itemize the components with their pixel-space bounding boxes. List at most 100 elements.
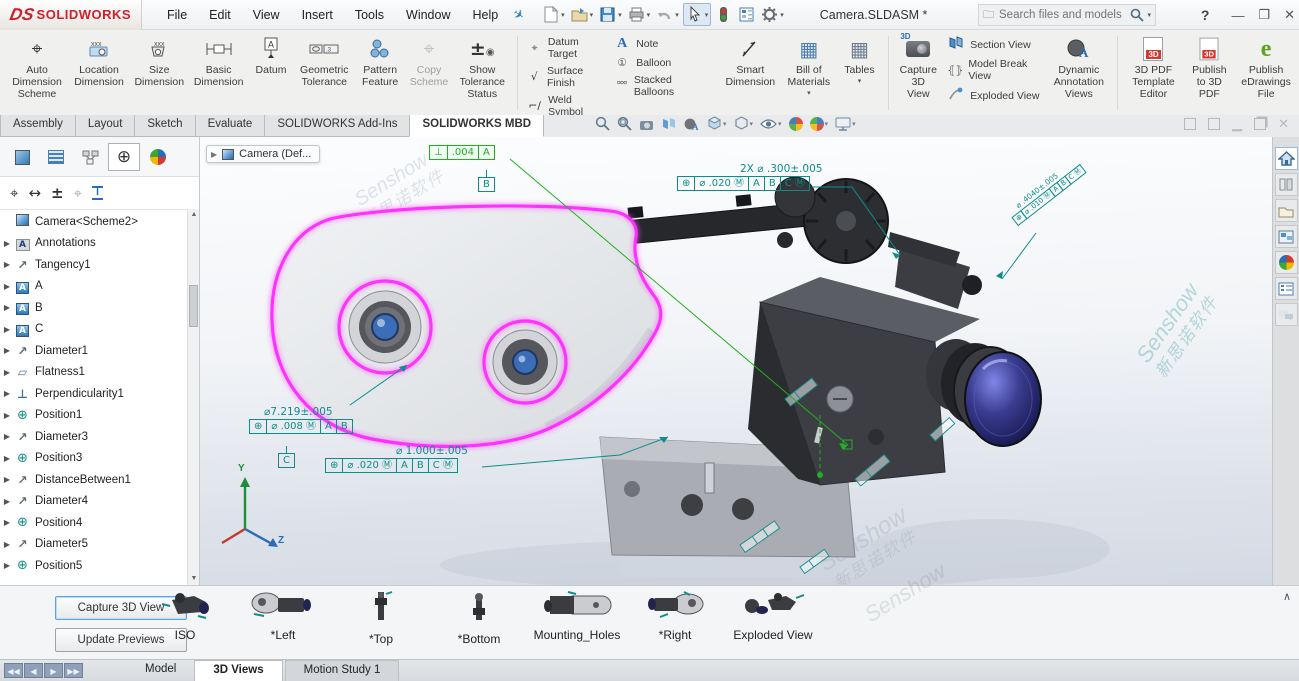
doc-pane-left-icon[interactable]	[1184, 118, 1196, 130]
print-button[interactable]: ▾	[626, 4, 653, 25]
nav-first-icon[interactable]: ◀◀	[4, 663, 23, 678]
doc-close-icon[interactable]: ✕	[1278, 118, 1289, 130]
ribbon-tables[interactable]: ▦Tables▾	[839, 34, 879, 85]
assembly-visualization-tab[interactable]	[6, 143, 38, 171]
rebuild-button[interactable]	[713, 4, 734, 25]
ribbon-stacked-balloons[interactable]: °°°Stacked Balloons	[613, 74, 704, 98]
resources-book-icon[interactable]	[1275, 173, 1298, 196]
section-view-icon[interactable]	[662, 117, 677, 131]
custom-properties-icon[interactable]	[1275, 277, 1298, 300]
menu-insert[interactable]: Insert	[291, 2, 344, 28]
tree-item-datum-c[interactable]: ▶AC	[0, 319, 187, 341]
menu-view[interactable]: View	[242, 2, 291, 28]
doc-minimize-icon[interactable]: ▁	[1232, 118, 1242, 130]
annotation-dia7219[interactable]: ⌀7.219±.005 ⊕ ⌀ .008 Ⓜ A B	[250, 406, 353, 434]
bottom-tab-motion-study[interactable]: Motion Study 1	[285, 660, 400, 681]
search-scope-icon[interactable]: 🗀	[983, 6, 994, 25]
tree-item-datum-a[interactable]: ▶AA	[0, 276, 187, 298]
auto-dimension-scheme-icon[interactable]: ⌖	[10, 184, 18, 202]
tree-item-position5[interactable]: ▶⊕Position5	[0, 555, 187, 577]
featuremanager-tree-tab[interactable]	[40, 143, 72, 171]
zoom-to-area-icon[interactable]	[617, 116, 632, 131]
ribbon-smart-dimension[interactable]: Smart Dimension	[722, 34, 778, 88]
zoom-to-fit-icon[interactable]	[595, 116, 610, 131]
tree-item-annotations[interactable]: ▶AAnnotations	[0, 233, 187, 255]
ribbon-3d-pdf-template-editor[interactable]: 3D PDF Template Editor	[1126, 34, 1180, 100]
nav-prev-icon[interactable]: ◀	[24, 663, 43, 678]
pin-menu-icon[interactable]: ✈	[510, 5, 528, 24]
tree-item-distancebetween1[interactable]: ▶↗DistanceBetween1	[0, 469, 187, 491]
tree-item-diameter5[interactable]: ▶↗Diameter5	[0, 534, 187, 556]
tree-item-position4[interactable]: ▶⊕Position4	[0, 512, 187, 534]
options-gear-button[interactable]: ▾	[759, 4, 786, 25]
collapse-panel-icon[interactable]: ∧	[1283, 590, 1291, 603]
bottom-tab-3d-views[interactable]: 3D Views	[194, 660, 282, 681]
view-thumbnail-right[interactable]: *Right	[620, 590, 730, 642]
view-settings-icon[interactable]: ▾	[835, 117, 856, 131]
tree-root[interactable]: Camera<Scheme2>	[0, 211, 187, 233]
tree-scrollbar-thumb[interactable]	[189, 285, 198, 327]
flyout-tree-arrow-icon[interactable]: ▶	[211, 150, 217, 159]
edit-appearance-icon[interactable]	[789, 117, 803, 131]
close-button[interactable]: ✕	[1284, 7, 1295, 23]
copy-scheme-icon[interactable]: ⌖	[74, 184, 82, 202]
tree-item-diameter1[interactable]: ▶↗Diameter1	[0, 340, 187, 362]
tree-scrollbar[interactable]: ▲ ▼	[187, 209, 199, 585]
tab-evaluate[interactable]: Evaluate	[195, 115, 266, 137]
dimxpert-manager-tab[interactable]: ⊕	[108, 143, 140, 171]
annotation-dia1000[interactable]: ⌀ 1.000±.005 ⊕ ⌀ .020 Ⓜ A B C Ⓜ	[326, 445, 468, 473]
tab-assembly[interactable]: Assembly	[0, 115, 76, 137]
view-thumbnail-bottom[interactable]: *Bottom	[424, 590, 534, 646]
tree-item-perpendicularity1[interactable]: ▶⊥Perpendicularity1	[0, 383, 187, 405]
tree-item-diameter4[interactable]: ▶↗Diameter4	[0, 491, 187, 513]
ribbon-dynamic-annotation-views[interactable]: ADynamic Annotation Views	[1048, 34, 1109, 100]
ribbon-section-view[interactable]: Section View	[947, 36, 1041, 53]
view-thumbnail-top[interactable]: *Top	[326, 590, 436, 646]
tree-item-tangency1[interactable]: ▶↗Tangency1	[0, 254, 187, 276]
dynamic-annotation-icon[interactable]: A	[684, 117, 700, 131]
menu-window[interactable]: Window	[395, 2, 461, 28]
tree-item-flatness1[interactable]: ▶▱Flatness1	[0, 362, 187, 384]
search-icon[interactable]	[1130, 8, 1144, 22]
tree-item-position3[interactable]: ▶⊕Position3	[0, 448, 187, 470]
restore-button[interactable]: ❒	[1258, 7, 1270, 23]
dimension-display-icon[interactable]: I	[92, 186, 103, 200]
tab-solidworks-addins[interactable]: SOLIDWORKS Add-Ins	[264, 115, 410, 137]
view-thumbnail-left[interactable]: *Left	[228, 590, 338, 642]
graphics-viewport[interactable]: Senshow新思诺软件 Senshow新思诺软件 Senshow新思诺软件 S…	[200, 137, 1272, 585]
search-dropdown-icon[interactable]: ▾	[1147, 11, 1151, 19]
annotation-hole-pattern[interactable]: 2X ⌀ .300±.005 ⊕ ⌀ .020 Ⓜ A B C Ⓜ	[678, 163, 822, 191]
annotation-datum-c[interactable]: C	[278, 453, 295, 468]
ribbon-balloon[interactable]: ①Balloon	[613, 57, 704, 69]
hide-show-items-icon[interactable]: ▾	[760, 118, 782, 130]
home-icon[interactable]	[1275, 147, 1298, 170]
open-button[interactable]: ▾	[569, 4, 596, 25]
ribbon-auto-dimension-scheme[interactable]: ⌖Auto Dimension Scheme	[9, 34, 65, 100]
ribbon-location-dimension[interactable]: xxxLocation Dimension	[71, 34, 127, 88]
bottom-tab-model[interactable]: Model	[127, 660, 194, 681]
ribbon-size-dimension[interactable]: xxxSize Dimension	[133, 34, 186, 88]
search-input[interactable]	[999, 9, 1130, 21]
ribbon-surface-finish[interactable]: √Surface Finish	[526, 65, 605, 89]
configuration-manager-tab[interactable]	[74, 143, 106, 171]
ribbon-exploded-view[interactable]: Exploded View	[947, 87, 1041, 104]
save-button[interactable]: ▾	[597, 4, 624, 25]
ribbon-datum-target[interactable]: ⌖Datum Target	[526, 36, 605, 60]
new-document-button[interactable]: ▾	[540, 4, 567, 25]
display-manager-tab[interactable]	[142, 143, 174, 171]
properties-button[interactable]	[736, 4, 757, 25]
ribbon-datum[interactable]: ADatum	[252, 34, 291, 76]
apply-scene-icon[interactable]: ▾	[810, 117, 829, 131]
tree-item-position1[interactable]: ▶⊕Position1	[0, 405, 187, 427]
tab-solidworks-mbd[interactable]: SOLIDWORKS MBD	[409, 115, 544, 137]
ribbon-copy-scheme[interactable]: ⌖Copy Scheme	[408, 34, 450, 88]
doc-pane-right-icon[interactable]	[1208, 118, 1220, 130]
design-library-folder-icon[interactable]	[1275, 199, 1298, 222]
tree-item-diameter3[interactable]: ▶↗Diameter3	[0, 426, 187, 448]
ribbon-pattern-feature[interactable]: Pattern Feature	[358, 34, 402, 88]
ribbon-basic-dimension[interactable]: Basic Dimension	[192, 34, 246, 88]
nav-last-icon[interactable]: ▶▶	[64, 663, 83, 678]
tab-sketch[interactable]: Sketch	[134, 115, 195, 137]
minimize-button[interactable]: —	[1231, 8, 1244, 23]
ribbon-geometric-tolerance[interactable]: .3Geometric Tolerance	[296, 34, 352, 88]
